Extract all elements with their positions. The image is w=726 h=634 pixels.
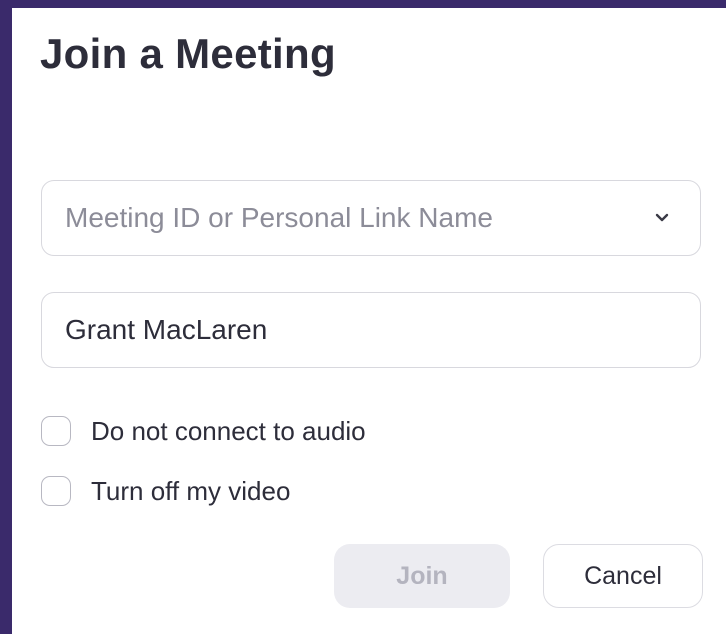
video-off-checkbox[interactable]	[41, 476, 71, 506]
meeting-id-combobox[interactable]	[41, 180, 701, 256]
no-audio-option[interactable]: Do not connect to audio	[41, 414, 366, 448]
video-off-label[interactable]: Turn off my video	[91, 476, 290, 507]
chevron-down-icon[interactable]	[652, 208, 672, 228]
join-meeting-dialog: Join a Meeting Do not connect to audio T…	[12, 8, 726, 634]
display-name-field[interactable]	[41, 292, 701, 368]
meeting-id-input[interactable]	[65, 181, 635, 255]
no-audio-label[interactable]: Do not connect to audio	[91, 416, 366, 447]
dialog-title: Join a Meeting	[40, 30, 336, 77]
display-name-input[interactable]	[65, 293, 635, 367]
no-audio-checkbox[interactable]	[41, 416, 71, 446]
video-off-option[interactable]: Turn off my video	[41, 474, 290, 508]
cancel-button[interactable]: Cancel	[543, 544, 703, 608]
join-button[interactable]: Join	[334, 544, 510, 608]
